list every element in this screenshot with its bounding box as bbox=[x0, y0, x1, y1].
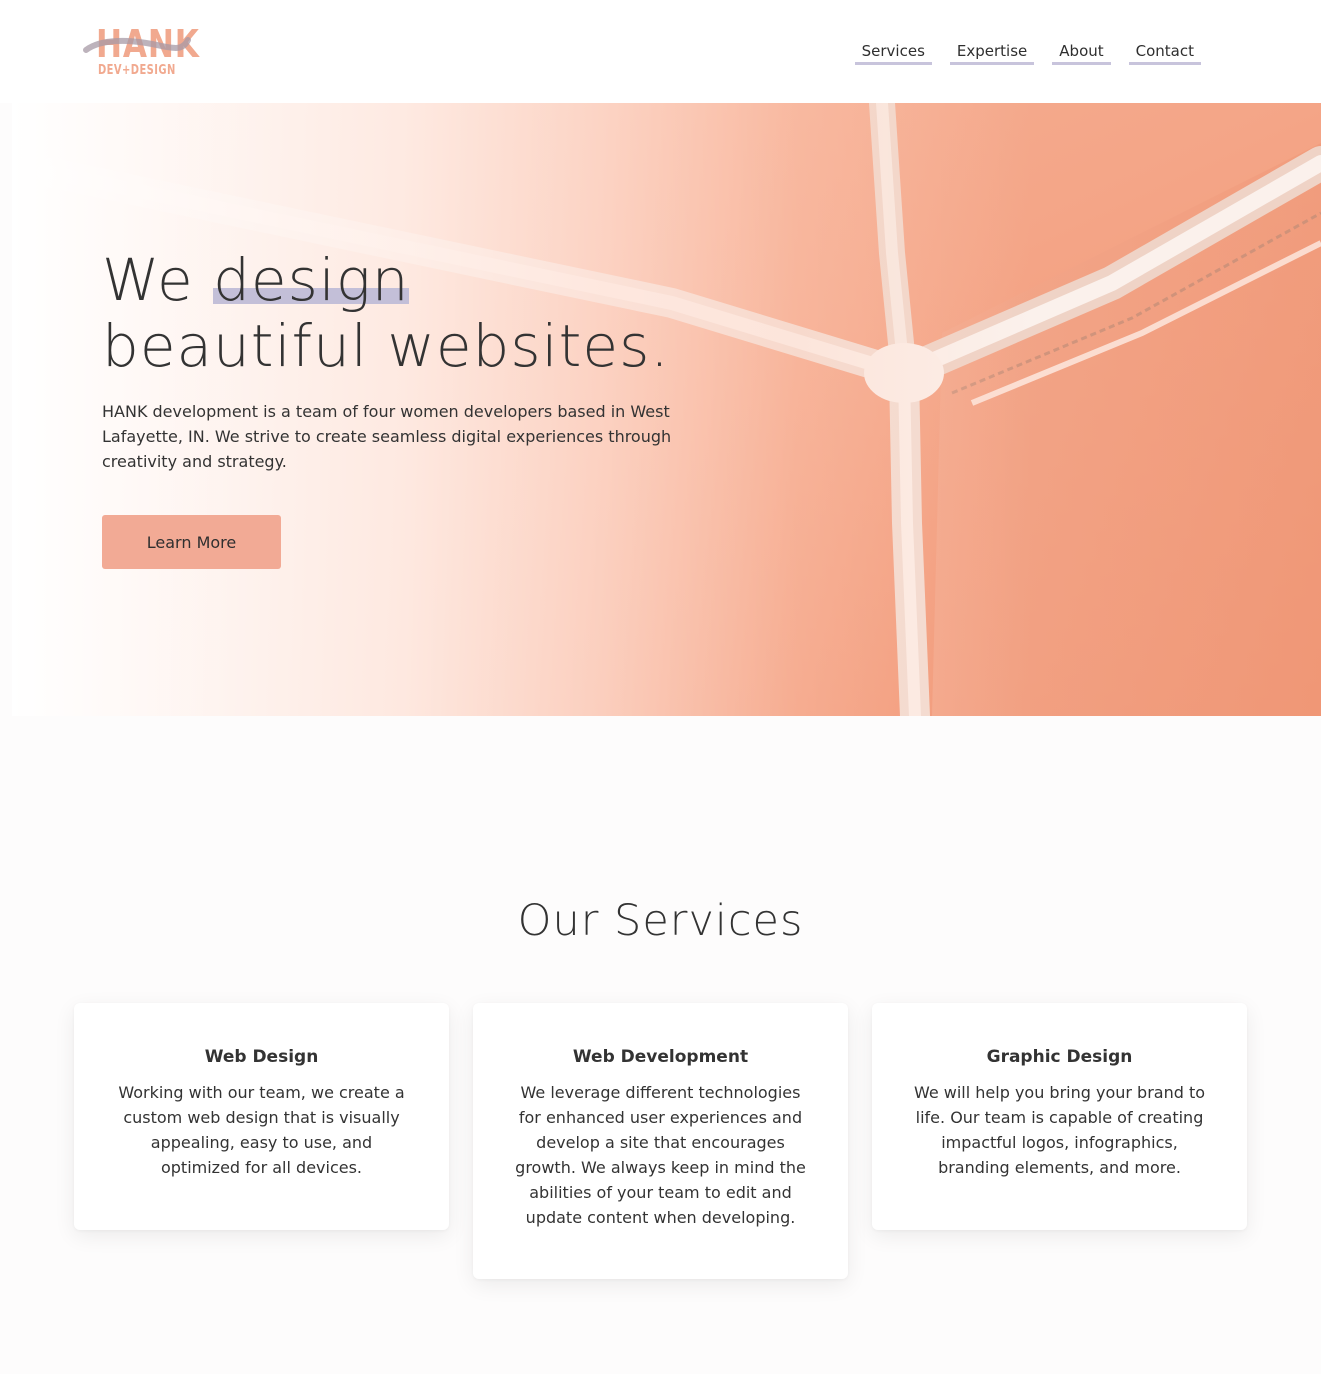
service-card-title: Web Development bbox=[572, 1047, 749, 1067]
nav-services[interactable]: Services bbox=[854, 41, 932, 65]
hero-section: We design beautiful websites. HANK devel… bbox=[12, 103, 1321, 716]
hero-heading-prefix: We bbox=[102, 246, 194, 314]
hero-heading-highlight: design bbox=[213, 246, 410, 314]
service-card-title: Web Design bbox=[204, 1047, 319, 1067]
main-nav: Services Expertise About Contact bbox=[854, 41, 1201, 65]
service-card-graphic-design: Graphic Design We will help you bring yo… bbox=[872, 1003, 1247, 1230]
service-card-text: Working with our team, we create a custo… bbox=[118, 1083, 405, 1177]
service-card-text: We leverage different technologies for e… bbox=[515, 1083, 806, 1227]
service-card-web-development: Web Development We leverage different te… bbox=[473, 1003, 848, 1279]
service-card-text: We will help you bring your brand to lif… bbox=[913, 1083, 1206, 1177]
site-header: HANK DEV+DESIGN Services Expertise About… bbox=[0, 0, 1321, 103]
hero-heading: We design beautiful websites. bbox=[102, 246, 670, 380]
nav-contact[interactable]: Contact bbox=[1128, 41, 1201, 65]
hank-logo[interactable]: HANK DEV+DESIGN bbox=[82, 24, 199, 82]
hero-heading-line2: beautiful websites. bbox=[102, 312, 670, 380]
services-heading: Our Services bbox=[517, 896, 804, 946]
nav-expertise[interactable]: Expertise bbox=[949, 41, 1035, 65]
hero-description: HANK development is a team of four women… bbox=[102, 402, 672, 471]
learn-more-button[interactable]: Learn More bbox=[102, 515, 281, 569]
logo-swoosh-icon bbox=[83, 37, 191, 53]
nav-about[interactable]: About bbox=[1052, 41, 1111, 65]
service-card-web-design: Web Design Working with our team, we cre… bbox=[74, 1003, 449, 1230]
service-card-title: Graphic Design bbox=[986, 1047, 1133, 1067]
logo-subtitle: DEV+DESIGN bbox=[98, 63, 176, 78]
